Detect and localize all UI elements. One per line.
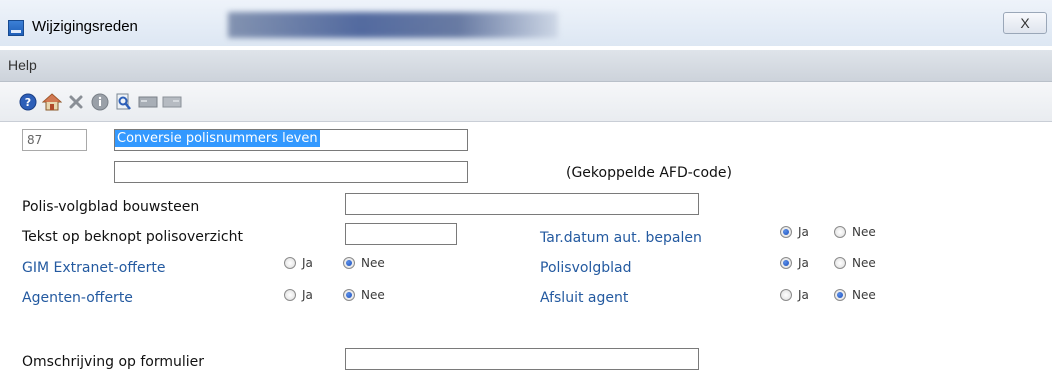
radio-unchecked-icon (284, 257, 296, 269)
gim-extranet-label: GIM Extranet-offerte (22, 260, 166, 276)
search-icon[interactable] (114, 92, 134, 112)
radio-unchecked-icon (284, 289, 296, 301)
omschrijving-input[interactable] (345, 348, 699, 370)
polisvolgblad-nee-radio[interactable]: Nee (834, 256, 876, 270)
radio-checked-icon (343, 289, 355, 301)
code-field: 87 (22, 129, 87, 151)
radio-unchecked-icon (780, 289, 792, 301)
omschrijving-label: Omschrijving op formulier (22, 354, 205, 370)
radio-checked-icon (834, 289, 846, 301)
afd-code-input[interactable] (114, 161, 468, 183)
card-icon[interactable] (138, 92, 158, 112)
window-title: Wijzigingsreden (32, 18, 138, 35)
close-button[interactable]: X (1003, 12, 1047, 34)
afsluit-agent-label: Afsluit agent (540, 290, 629, 306)
tekst-beknopt-label: Tekst op beknopt polisoverzicht (22, 229, 243, 245)
tar-datum-ja-radio[interactable]: Ja (780, 225, 809, 239)
polisvolgblad-label: Polisvolgblad (540, 260, 632, 276)
info-icon[interactable] (90, 92, 110, 112)
polis-volgblad-bouwsteen-input[interactable] (345, 193, 699, 215)
radio-checked-icon (343, 257, 355, 269)
tar-datum-label: Tar.datum aut. bepalen (540, 230, 702, 246)
toolbar: ? (0, 82, 1052, 122)
radio-unchecked-icon (834, 257, 846, 269)
description-selected-text: Conversie polisnummers leven (115, 130, 320, 147)
afsluit-agent-nee-radio[interactable]: Nee (834, 288, 876, 302)
tar-datum-nee-radio[interactable]: Nee (834, 225, 876, 239)
description-input[interactable]: Conversie polisnummers leven (114, 129, 468, 151)
tekst-beknopt-input[interactable] (345, 223, 457, 245)
afd-code-note: (Gekoppelde AFD-code) (566, 165, 733, 181)
radio-checked-icon (780, 226, 792, 238)
agenten-offerte-label: Agenten-offerte (22, 290, 133, 306)
afsluit-agent-ja-radio[interactable]: Ja (780, 288, 809, 302)
title-bar: Wijzigingsreden X (0, 0, 1052, 46)
home-icon[interactable] (42, 92, 62, 112)
polisvolgblad-ja-radio[interactable]: Ja (780, 256, 809, 270)
svg-text:?: ? (25, 96, 31, 109)
help-icon[interactable]: ? (18, 92, 38, 112)
agenten-offerte-nee-radio[interactable]: Nee (343, 288, 385, 302)
menu-item-help[interactable]: Help (8, 57, 37, 73)
radio-checked-icon (780, 257, 792, 269)
card-icon-2[interactable] (162, 92, 182, 112)
menu-bar: Help (0, 50, 1052, 82)
radio-unchecked-icon (834, 226, 846, 238)
polis-volgblad-bouwsteen-label: Polis-volgblad bouwsteen (22, 199, 200, 215)
agenten-offerte-ja-radio[interactable]: Ja (284, 288, 313, 302)
delete-icon[interactable] (66, 92, 86, 112)
app-icon (8, 20, 24, 36)
background-window-blur (228, 12, 558, 38)
gim-extranet-ja-radio[interactable]: Ja (284, 256, 313, 270)
gim-extranet-nee-radio[interactable]: Nee (343, 256, 385, 270)
